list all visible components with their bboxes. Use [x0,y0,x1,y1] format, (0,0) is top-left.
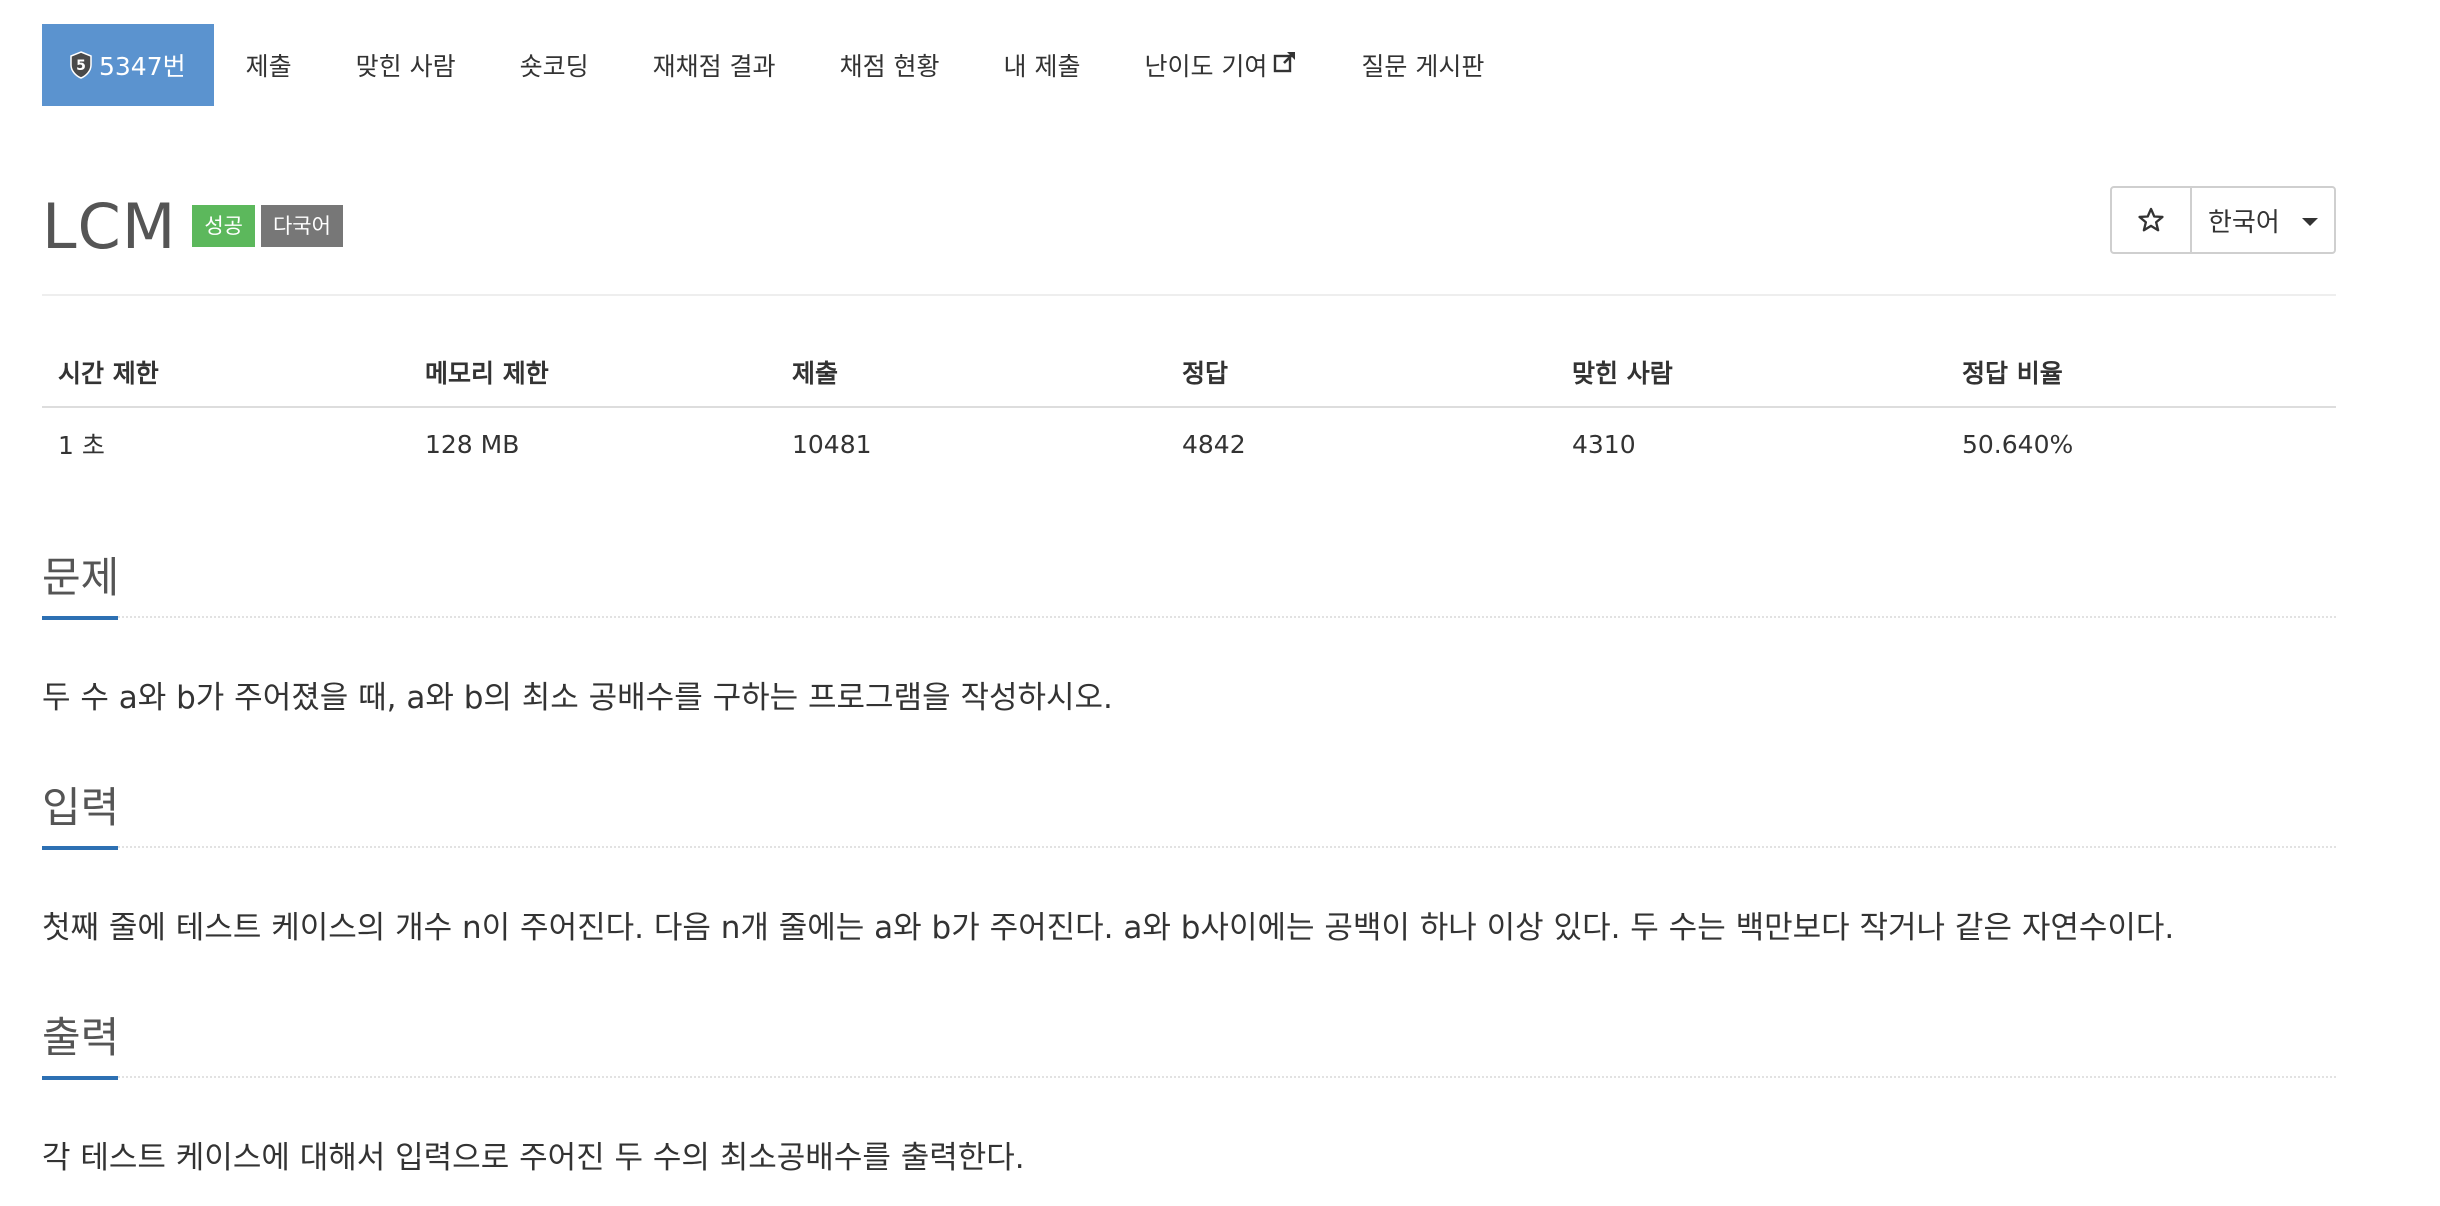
title-divider [42,294,2336,296]
input-text: 첫째 줄에 테스트 케이스의 개수 n이 주어진다. 다음 n개 줄에는 a와 … [42,910,2175,946]
section-underline [42,616,118,620]
tab-solved-users[interactable]: 맞힌 사람 [324,24,488,106]
section-divider [42,1076,2336,1078]
problem-header: LCM 성공 다국어 [42,186,343,266]
description-title: 문제 [42,553,120,602]
chevron-down-icon [2302,218,2318,226]
problem-title: LCM [42,189,177,263]
header-submissions: 제출 [792,359,839,388]
value-submissions[interactable]: 10481 [776,430,1166,459]
description-text: 두 수 a와 b가 주어졌을 때, a와 b의 최소 공배수를 구하는 프로그램… [42,680,1113,716]
input-heading: 입력 [42,778,2336,850]
favorite-button[interactable] [2112,188,2192,252]
input-title: 입력 [42,783,120,832]
svg-text:5: 5 [76,58,86,74]
tab-status[interactable]: 채점 현황 [808,24,972,106]
language-label: 한국어 [2208,207,2280,238]
output-heading: 출력 [42,1008,2336,1080]
table-row: 1 초 128 MB 10481 4842 4310 50.640% [42,408,2336,480]
info-table-header: 시간 제한 메모리 제한 제출 정답 맞힌 사람 정답 비율 [42,338,2336,408]
problem-actions: 한국어 [2110,186,2336,254]
tab-difficulty-label: 난이도 기여 [1144,52,1268,81]
tab-question-board[interactable]: 질문 게시판 [1329,24,1516,106]
star-icon [2138,207,2164,232]
header-accept-ratio: 정답 비율 [1962,359,2063,388]
section-divider [42,846,2336,848]
tab-submit[interactable]: 제출 [214,24,324,106]
section-underline [42,846,118,850]
input-section: 입력 첫째 줄에 테스트 케이스의 개수 n이 주어진다. 다음 n개 줄에는 … [42,778,2336,946]
value-memory-limit: 128 MB [425,429,520,459]
tab-short-coding[interactable]: 숏코딩 [488,24,621,106]
description-heading: 문제 [42,548,2336,620]
section-underline [42,1076,118,1080]
tab-problem[interactable]: 5 5347번 [42,24,214,106]
output-title: 출력 [42,1013,120,1062]
success-badge: 성공 [192,205,255,247]
tab-my-submissions[interactable]: 내 제출 [972,24,1113,106]
problem-nav: 5 5347번 제출 맞힌 사람 숏코딩 재채점 결과 채점 현황 내 제출 난… [42,24,1516,106]
value-accepted[interactable]: 4842 [1166,430,1556,459]
tab-difficulty-contribution[interactable]: 난이도 기여 [1112,24,1329,106]
header-solved-users: 맞힌 사람 [1572,359,1673,388]
value-time-limit: 1 초 [58,431,105,460]
description-section: 문제 두 수 a와 b가 주어졌을 때, a와 b의 최소 공배수를 구하는 프… [42,548,2336,716]
section-divider [42,616,2336,618]
header-memory-limit: 메모리 제한 [425,359,549,388]
value-solved-users[interactable]: 4310 [1556,430,1946,459]
output-text: 각 테스트 케이스에 대해서 입력으로 주어진 두 수의 최소공배수를 출력한다… [42,1140,1025,1176]
language-select[interactable]: 한국어 [2192,188,2334,252]
problem-info-table: 시간 제한 메모리 제한 제출 정답 맞힌 사람 정답 비율 1 초 128 M… [42,338,2336,480]
value-accept-ratio: 50.640% [1962,429,2074,459]
problem-number: 5347번 [99,52,186,81]
external-link-icon [1273,50,1297,80]
multilang-badge[interactable]: 다국어 [260,205,343,247]
header-accepted: 정답 [1182,359,1229,388]
output-section: 출력 각 테스트 케이스에 대해서 입력으로 주어진 두 수의 최소공배수를 출… [42,1008,2336,1176]
header-time-limit: 시간 제한 [58,359,159,388]
tab-rejudge-results[interactable]: 재채점 결과 [621,24,808,106]
tier-badge-icon: 5 [70,51,92,79]
